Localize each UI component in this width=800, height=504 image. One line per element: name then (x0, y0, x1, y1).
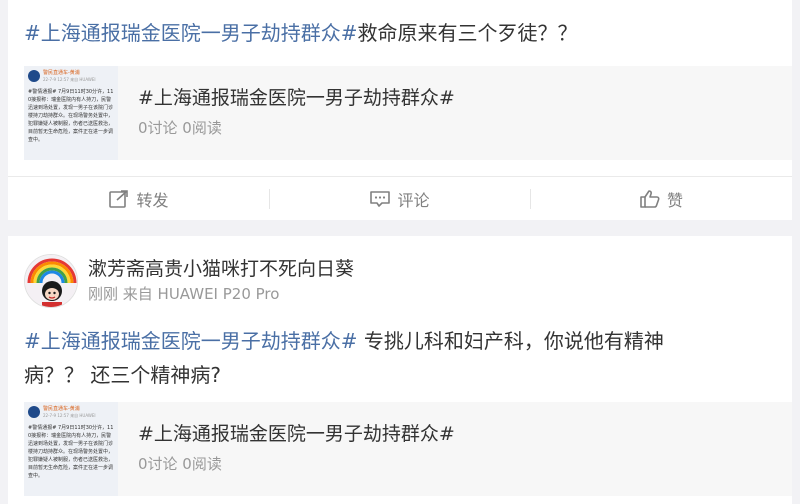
topic-title[interactable]: #上海通报瑞金医院一男子劫持群众# (138, 86, 455, 110)
user-name[interactable]: 漱芳斋高贵小猫咪打不死向日葵 (88, 256, 354, 282)
comment-button[interactable]: 评论 (269, 177, 530, 221)
thumb-body-text: #警情通报# 7月9日11时30分许，110接报称：瑞金医院内有人持刀，民警迅速… (28, 425, 114, 479)
post-meta: 刚刚 来自 HUAWEI P20 Pro (88, 285, 280, 303)
avatar[interactable] (24, 254, 78, 308)
like-label: 赞 (666, 191, 683, 210)
comment-label: 评论 (397, 191, 430, 210)
post-text-content: 专挑儿科和妇产科，你说他有精神 (357, 329, 664, 353)
hashtag-link[interactable]: #上海通报瑞金医院一男子劫持群众# (24, 21, 358, 45)
thumb-body-text: #警情通报# 7月9日11时30分许，110接报称：瑞金医院内有人持刀，民警迅速… (28, 89, 114, 143)
topic-title[interactable]: #上海通报瑞金医院一男子劫持群众# (138, 422, 455, 446)
topic-card[interactable]: 警民直通车-黄浦 22-7-9 12:57 来自 HUAWEI #警情通报# 7… (24, 66, 792, 160)
topic-stats: 0讨论 0阅读 (138, 119, 222, 137)
thumb-account-name: 警民直通车-黄浦 (43, 406, 80, 412)
post-text: #上海通报瑞金医院一男子劫持群众# 专挑儿科和妇产科，你说他有精神 病？？ 还三… (24, 324, 664, 392)
thumb-account-name: 警民直通车-黄浦 (43, 70, 80, 76)
post-text-content: 救命原来有三个歹徒？？ (357, 21, 578, 45)
topic-stats: 0讨论 0阅读 (138, 455, 222, 473)
post-text: #上海通报瑞金医院一男子劫持群众#救命原来有三个歹徒？？ (24, 16, 578, 50)
like-button[interactable]: 赞 (530, 177, 792, 221)
topic-thumbnail: 警民直通车-黄浦 22-7-9 12:57 来自 HUAWEI #警情通报# 7… (24, 66, 118, 160)
thumb-timestamp: 22-7-9 12:57 来自 HUAWEI (43, 413, 96, 418)
avatar-image (25, 255, 77, 307)
topic-thumbnail: 警民直通车-黄浦 22-7-9 12:57 来自 HUAWEI #警情通报# 7… (24, 402, 118, 496)
thumb-timestamp: 22-7-9 12:57 来自 HUAWEI (43, 77, 96, 82)
thumbs-up-icon (640, 190, 660, 208)
comment-icon (370, 191, 391, 207)
hashtag-link[interactable]: #上海通报瑞金医院一男子劫持群众# (24, 329, 358, 353)
post-card: 漱芳斋高贵小猫咪打不死向日葵 刚刚 来自 HUAWEI P20 Pro #上海通… (8, 236, 792, 504)
post-card: #上海通报瑞金医院一男子劫持群众#救命原来有三个歹徒？？ 警民直通车-黄浦 22… (8, 0, 792, 220)
topic-card[interactable]: 警民直通车-黄浦 22-7-9 12:57 来自 HUAWEI #警情通报# 7… (24, 402, 792, 496)
police-badge-icon (28, 70, 40, 82)
repost-label: 转发 (136, 191, 169, 210)
repost-icon (109, 190, 129, 208)
action-bar: 转发 评论 赞 (8, 176, 792, 220)
post-text-content: 病？？ 还三个精神病? (24, 363, 221, 387)
police-badge-icon (28, 406, 40, 418)
repost-button[interactable]: 转发 (8, 177, 269, 221)
